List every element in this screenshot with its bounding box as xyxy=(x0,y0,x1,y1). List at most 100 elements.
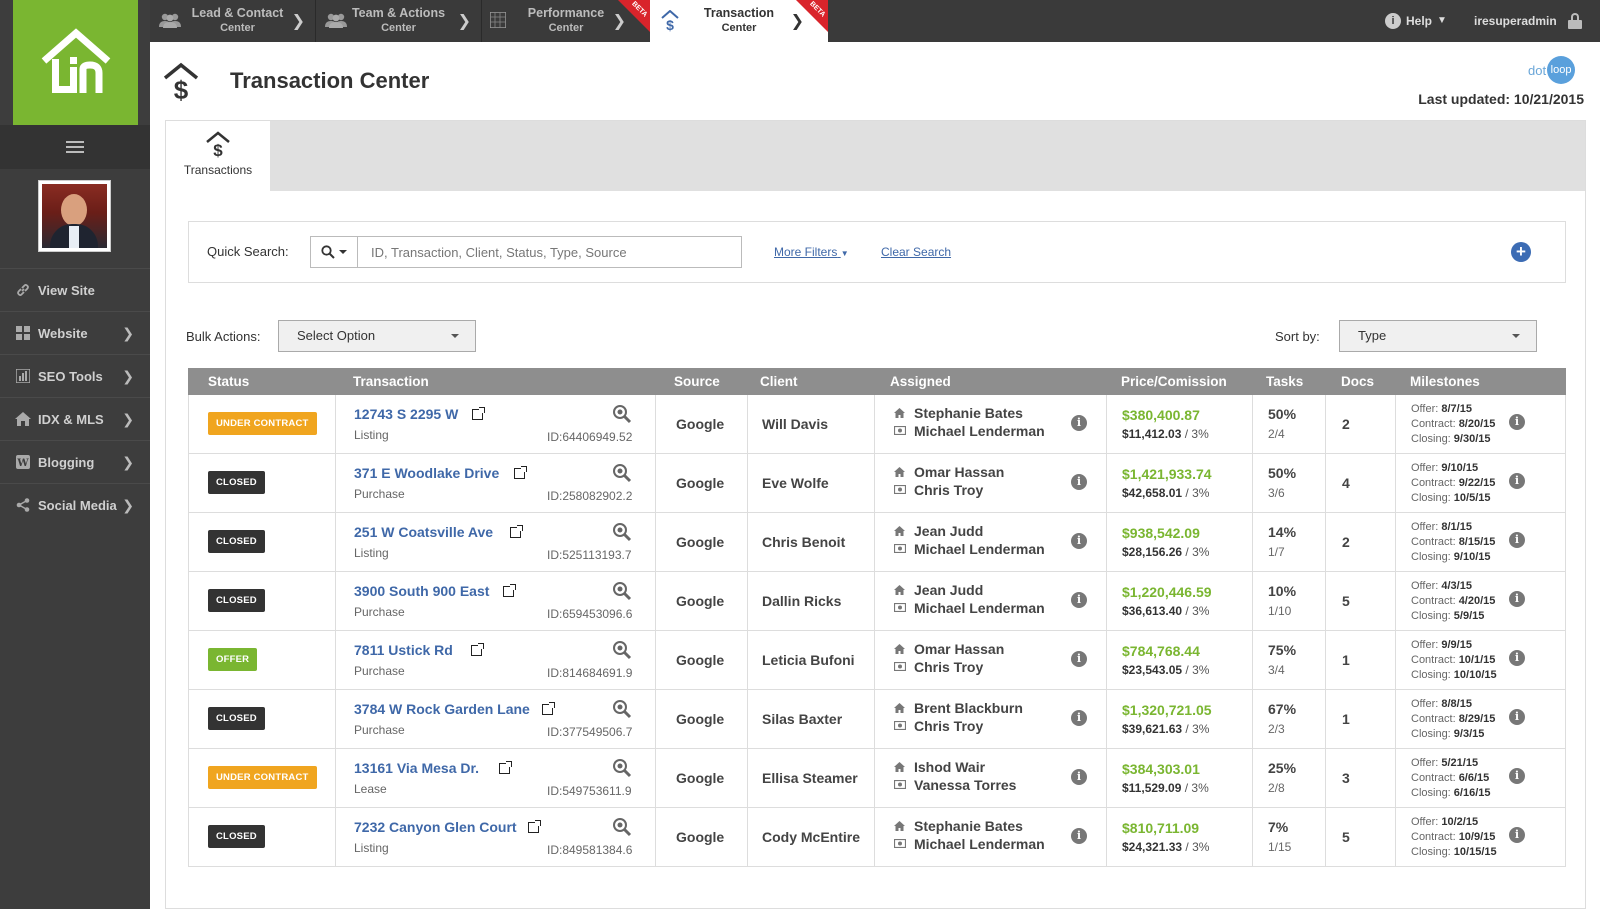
search-input[interactable] xyxy=(357,236,742,268)
docs-count[interactable]: 2 xyxy=(1342,534,1350,550)
bar-chart-icon xyxy=(15,368,31,384)
sort-by-select[interactable]: Type xyxy=(1339,320,1537,352)
transaction-address-link[interactable]: 7811 Ustick Rd xyxy=(354,642,453,658)
info-icon[interactable]: i xyxy=(1071,592,1087,608)
status-badge[interactable]: CLOSED xyxy=(208,589,265,612)
magnify-icon[interactable] xyxy=(612,581,632,601)
sidebar-item-seo-tools[interactable]: SEO Tools ❯ xyxy=(0,354,150,397)
transaction-address-link[interactable]: 7232 Canyon Glen Court xyxy=(354,819,517,835)
docs-count[interactable]: 5 xyxy=(1342,829,1350,845)
magnify-icon[interactable] xyxy=(612,463,632,483)
info-icon[interactable]: i xyxy=(1071,651,1087,667)
table-row[interactable]: OFFER 7811 Ustick Rd Purchase ID:814684691.… xyxy=(188,631,1566,690)
bulk-actions-select[interactable]: Select Option xyxy=(278,320,476,352)
table-row[interactable]: UNDER CONTRACT 13161 Via Mesa Dr. Lease ID:… xyxy=(188,749,1566,808)
magnify-icon[interactable] xyxy=(612,522,632,542)
column-header-assigned[interactable]: Assigned xyxy=(890,374,951,389)
status-badge[interactable]: CLOSED xyxy=(208,471,265,494)
status-badge[interactable]: CLOSED xyxy=(208,707,265,730)
clear-search-link[interactable]: Clear Search xyxy=(881,245,951,259)
external-link-icon[interactable] xyxy=(472,407,485,420)
status-badge[interactable]: UNDER CONTRACT xyxy=(208,766,317,789)
table-row[interactable]: CLOSED 3900 South 900 East Purchase ID:6594… xyxy=(188,572,1566,631)
info-icon[interactable]: i xyxy=(1071,710,1087,726)
status-badge[interactable]: CLOSED xyxy=(208,825,265,848)
menu-toggle-button[interactable] xyxy=(0,125,150,169)
magnify-icon[interactable] xyxy=(612,404,632,424)
sidebar-item-website[interactable]: Website ❯ xyxy=(0,311,150,354)
docs-count[interactable]: 1 xyxy=(1342,711,1350,727)
sidebar-item-view-site[interactable]: View Site xyxy=(0,268,150,311)
transaction-address-link[interactable]: 371 E Woodlake Drive xyxy=(354,465,499,481)
tab-transaction-center[interactable]: $ Transaction Center ❯ BETA xyxy=(650,0,828,42)
info-icon[interactable]: i xyxy=(1071,769,1087,785)
user-avatar[interactable] xyxy=(38,180,111,252)
transaction-address-link[interactable]: 3784 W Rock Garden Lane xyxy=(354,701,530,717)
docs-count[interactable]: 4 xyxy=(1342,475,1350,491)
column-header-docs[interactable]: Docs xyxy=(1341,374,1374,389)
sidebar-item-idx-mls[interactable]: IDX & MLS ❯ xyxy=(0,397,150,440)
sidebar-item-blogging[interactable]: W Blogging ❯ xyxy=(0,440,150,483)
info-icon[interactable]: i xyxy=(1509,827,1525,843)
status-badge[interactable]: OFFER xyxy=(208,648,258,671)
column-divider xyxy=(655,631,656,689)
status-badge[interactable]: UNDER CONTRACT xyxy=(208,412,317,435)
dotloop-logo[interactable]: dot loop xyxy=(1528,56,1576,84)
magnify-icon[interactable] xyxy=(612,758,632,778)
table-row[interactable]: CLOSED 371 E Woodlake Drive Purchase ID:258… xyxy=(188,454,1566,513)
column-header-status[interactable]: Status xyxy=(208,374,249,389)
external-link-icon[interactable] xyxy=(471,643,484,656)
column-header-tasks[interactable]: Tasks xyxy=(1266,374,1303,389)
user-menu[interactable]: iresuperadmin xyxy=(1474,0,1557,42)
info-icon[interactable]: i xyxy=(1071,828,1087,844)
table-row[interactable]: CLOSED 3784 W Rock Garden Lane Purchase ID:… xyxy=(188,690,1566,749)
tab-transactions[interactable]: $ Transactions xyxy=(166,121,270,192)
info-icon[interactable]: i xyxy=(1509,591,1525,607)
info-icon[interactable]: i xyxy=(1509,414,1525,430)
transaction-address-link[interactable]: 3900 South 900 East xyxy=(354,583,489,599)
table-row[interactable]: UNDER CONTRACT 12743 S 2295 W Listing ID:64… xyxy=(188,395,1566,454)
brand-logo[interactable] xyxy=(13,0,138,125)
transaction-address-link[interactable]: 13161 Via Mesa Dr. xyxy=(354,760,479,776)
tab-performance-center[interactable]: Performance Center ❯ BETA xyxy=(482,0,650,42)
info-icon[interactable]: i xyxy=(1509,650,1525,666)
external-link-icon[interactable] xyxy=(503,584,516,597)
add-transaction-button[interactable]: + xyxy=(1511,242,1531,262)
transaction-address-link[interactable]: 251 W Coatsville Ave xyxy=(354,524,493,540)
info-icon[interactable]: i xyxy=(1509,709,1525,725)
more-filters-link[interactable]: More Filters ▼ xyxy=(774,245,849,259)
table-row[interactable]: CLOSED 7232 Canyon Glen Court Listing ID:84… xyxy=(188,808,1566,867)
docs-count[interactable]: 5 xyxy=(1342,593,1350,609)
search-type-dropdown[interactable] xyxy=(310,236,358,268)
docs-count[interactable]: 2 xyxy=(1342,416,1350,432)
info-icon[interactable]: i xyxy=(1509,768,1525,784)
column-header-transaction[interactable]: Transaction xyxy=(353,374,429,389)
sidebar-item-social-media[interactable]: Social Media ❯ xyxy=(0,483,150,526)
column-header-price-commission[interactable]: Price/Comission xyxy=(1121,374,1227,389)
column-header-source[interactable]: Source xyxy=(674,374,720,389)
lock-icon[interactable] xyxy=(1568,13,1582,29)
tab-team-actions-center[interactable]: Team & Actions Center ❯ xyxy=(316,0,481,42)
info-icon[interactable]: i xyxy=(1071,415,1087,431)
external-link-icon[interactable] xyxy=(542,702,555,715)
transaction-address-link[interactable]: 12743 S 2295 W xyxy=(354,406,458,422)
tab-lead-contact-center[interactable]: Lead & Contact Center ❯ xyxy=(150,0,315,42)
external-link-icon[interactable] xyxy=(499,761,512,774)
external-link-icon[interactable] xyxy=(528,820,541,833)
column-header-milestones[interactable]: Milestones xyxy=(1410,374,1480,389)
magnify-icon[interactable] xyxy=(612,699,632,719)
table-row[interactable]: CLOSED 251 W Coatsville Ave Listing ID:5251… xyxy=(188,513,1566,572)
column-header-client[interactable]: Client xyxy=(760,374,798,389)
magnify-icon[interactable] xyxy=(612,817,632,837)
info-icon[interactable]: i xyxy=(1071,533,1087,549)
external-link-icon[interactable] xyxy=(514,466,527,479)
magnify-icon[interactable] xyxy=(612,640,632,660)
docs-count[interactable]: 3 xyxy=(1342,770,1350,786)
info-icon[interactable]: i xyxy=(1509,473,1525,489)
info-icon[interactable]: i xyxy=(1071,474,1087,490)
external-link-icon[interactable] xyxy=(510,525,523,538)
info-icon[interactable]: i xyxy=(1509,532,1525,548)
docs-count[interactable]: 1 xyxy=(1342,652,1350,668)
status-badge[interactable]: CLOSED xyxy=(208,530,265,553)
help-menu[interactable]: i Help ▼ xyxy=(1385,0,1447,42)
